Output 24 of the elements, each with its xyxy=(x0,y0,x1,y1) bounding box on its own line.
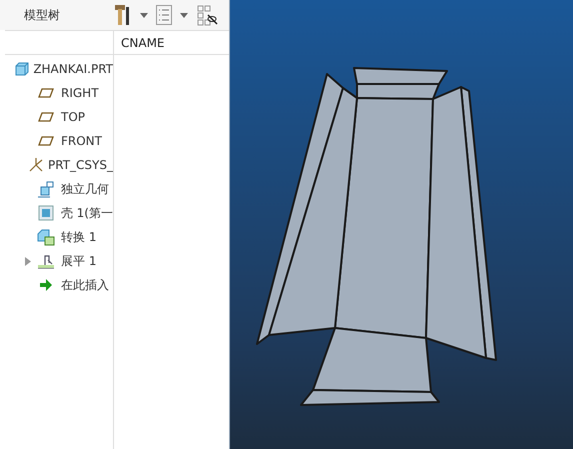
arrow-icon xyxy=(39,278,53,292)
tree-hide-icon[interactable] xyxy=(196,4,218,26)
geometry-icon xyxy=(37,180,55,198)
expand-arrow-icon[interactable] xyxy=(24,256,32,266)
tree-item[interactable]: 独立几何 xyxy=(58,180,109,198)
tree-item[interactable]: RIGHT xyxy=(58,86,99,100)
convert-icon xyxy=(37,228,55,246)
shell-icon xyxy=(38,205,54,221)
tree-item[interactable]: ZHANKAI.PRT xyxy=(30,62,113,76)
tree-item[interactable]: 在此插入 xyxy=(58,276,109,294)
tree-item[interactable]: 展平 1 xyxy=(58,252,96,270)
plane-icon xyxy=(38,111,54,123)
tools-icon[interactable] xyxy=(114,4,132,26)
column-header[interactable]: CNAME xyxy=(114,31,172,54)
tree-item[interactable]: PRT_CSYS_ xyxy=(45,158,113,172)
panel-title: 模型树 xyxy=(24,6,61,24)
plane-icon xyxy=(38,135,54,147)
list-icon[interactable] xyxy=(156,5,172,25)
tree-item[interactable]: 壳 1(第一 xyxy=(58,204,113,222)
tree-item[interactable]: 转换 1 xyxy=(58,228,96,246)
plane-icon xyxy=(38,87,54,99)
tree-item[interactable]: TOP xyxy=(58,110,86,124)
tree-item[interactable]: FRONT xyxy=(58,134,102,148)
cube-icon xyxy=(14,61,30,77)
